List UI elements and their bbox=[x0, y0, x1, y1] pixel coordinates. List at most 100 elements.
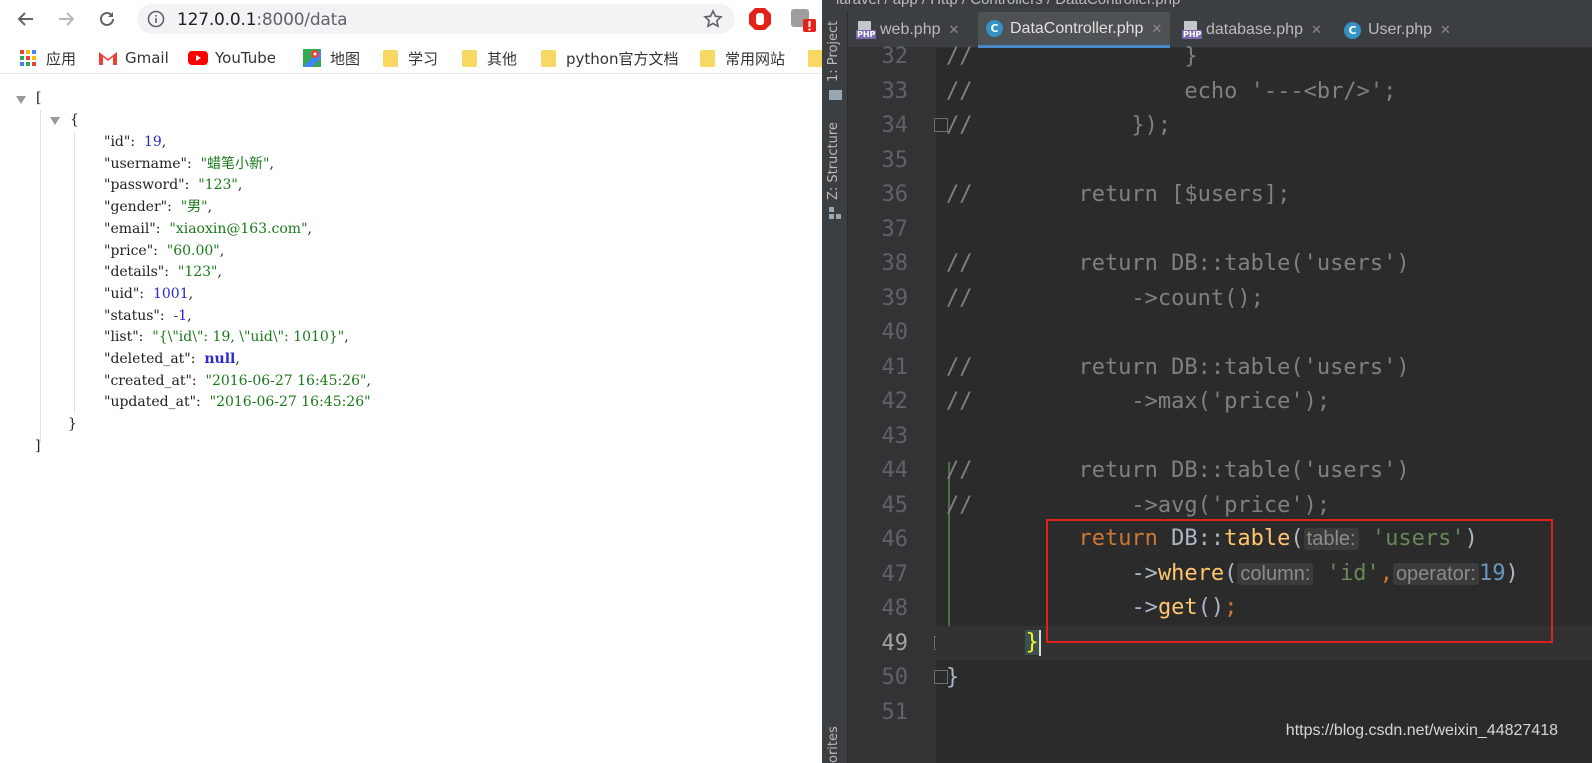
code-line: // } bbox=[946, 44, 1198, 69]
class-icon: C bbox=[1344, 21, 1361, 39]
tab-label: database.php bbox=[1206, 21, 1303, 38]
reload-icon bbox=[100, 11, 114, 26]
structure-icon bbox=[829, 206, 841, 219]
line-number: 37 bbox=[881, 216, 909, 242]
json-close-brace: } bbox=[68, 416, 77, 432]
reload-button[interactable] bbox=[93, 5, 121, 33]
close-icon[interactable]: ✕ bbox=[949, 22, 960, 38]
close-icon[interactable]: ✕ bbox=[1311, 22, 1322, 38]
json-value: "2016-06-27 16:45:26" bbox=[205, 372, 367, 389]
folder-icon bbox=[541, 49, 556, 67]
line-number: 33 bbox=[881, 78, 909, 104]
json-comma: , bbox=[188, 285, 194, 302]
json-field: "password": "123", bbox=[104, 175, 242, 195]
line-number: 44 bbox=[881, 458, 909, 483]
bookmark-apps[interactable]: 应用 bbox=[19, 47, 76, 69]
code-line: // ->count(); bbox=[946, 285, 1264, 311]
extension-icon[interactable] bbox=[790, 7, 816, 33]
browser-window: 127.0.0.1:8000/data 应用 Gmail YouTube 地图 … bbox=[0, 0, 822, 763]
structure-tool-tab[interactable]: Z: Structure bbox=[826, 122, 841, 200]
json-comma: , bbox=[219, 242, 225, 259]
gmail-icon bbox=[98, 49, 117, 67]
json-value: "男" bbox=[180, 199, 208, 216]
adblock-extension-icon[interactable] bbox=[748, 7, 772, 31]
apps-grid-icon bbox=[19, 49, 37, 67]
line-number: 42 bbox=[881, 389, 909, 414]
folder-icon bbox=[462, 49, 477, 67]
json-comma: , bbox=[217, 264, 222, 281]
bookmark-star-icon[interactable] bbox=[703, 9, 723, 34]
json-field: "details": "123", bbox=[104, 262, 222, 282]
bookmark-folder-python-docs[interactable]: python官方文档 bbox=[541, 47, 678, 69]
url-path: :8000/data bbox=[256, 10, 348, 30]
code-line: // return DB::table('users') bbox=[946, 354, 1410, 380]
json-value: "蜡笔小新" bbox=[200, 155, 270, 172]
bookmark-label: 学习 bbox=[408, 49, 439, 68]
bookmark-label: 应用 bbox=[46, 49, 77, 68]
collapse-triangle-icon[interactable] bbox=[16, 96, 26, 104]
json-field: "uid": 1001, bbox=[104, 284, 193, 304]
tab-user-php[interactable]: C User.php ✕ bbox=[1344, 12, 1451, 48]
json-open-brace: { bbox=[70, 112, 79, 128]
bookmark-folder-study[interactable]: 学习 bbox=[383, 47, 438, 69]
bookmark-gmail[interactable]: Gmail bbox=[98, 47, 169, 69]
bookmark-folder-other[interactable]: 其他 bbox=[462, 47, 517, 69]
json-comma: , bbox=[366, 372, 371, 389]
project-tool-tab[interactable]: 1: Project bbox=[826, 21, 841, 82]
json-comma: , bbox=[269, 155, 274, 172]
info-icon[interactable] bbox=[147, 10, 165, 33]
folder-icon bbox=[808, 49, 822, 67]
bookmark-label: YouTube bbox=[215, 49, 276, 67]
json-key: "status": bbox=[104, 307, 165, 324]
bookmark-folder-common-sites[interactable]: 常用网站 bbox=[700, 47, 785, 69]
tab-database-php[interactable]: PHP database.php ✕ bbox=[1182, 12, 1322, 48]
indent-guide bbox=[40, 110, 41, 442]
text-caret bbox=[1038, 630, 1041, 656]
back-button[interactable] bbox=[12, 5, 40, 33]
collapse-triangle-icon[interactable] bbox=[50, 117, 60, 125]
json-value: 1001 bbox=[152, 285, 189, 302]
json-field: "created_at": "2016-06-27 16:45:26", bbox=[104, 371, 371, 391]
json-field: "username": "蜡笔小新", bbox=[104, 154, 274, 174]
project-folder-icon bbox=[829, 90, 842, 100]
bookmark-maps[interactable]: 地图 bbox=[303, 47, 360, 69]
line-number: 36 bbox=[881, 182, 909, 207]
close-icon[interactable]: ✕ bbox=[1440, 22, 1451, 38]
code-line: // }); bbox=[946, 113, 1172, 138]
favorites-tool-tab[interactable]: orites bbox=[826, 726, 841, 763]
url-text: 127.0.0.1:8000/data bbox=[177, 10, 348, 30]
back-arrow-icon bbox=[17, 12, 33, 26]
json-comma: , bbox=[307, 220, 312, 237]
json-value: "123" bbox=[198, 177, 238, 194]
json-value: -1 bbox=[173, 307, 188, 324]
bookmark-youtube[interactable]: YouTube bbox=[188, 47, 276, 69]
line-number: 35 bbox=[881, 147, 909, 173]
json-field: "updated_at": "2016-06-27 16:45:26" bbox=[104, 392, 371, 412]
address-bar[interactable]: 127.0.0.1:8000/data bbox=[137, 4, 735, 34]
php-file-icon: PHP bbox=[856, 21, 877, 39]
highlight-box bbox=[1046, 519, 1553, 643]
line-number: 51 bbox=[881, 699, 909, 725]
json-field: "id": 19, bbox=[104, 132, 166, 152]
json-key: "username": bbox=[104, 155, 192, 172]
maps-icon bbox=[303, 49, 321, 67]
json-field: "gender": "男", bbox=[104, 197, 212, 217]
php-file-icon: PHP bbox=[1182, 21, 1203, 39]
json-field: "email": "xiaoxin@163.com", bbox=[104, 219, 312, 239]
url-host: 127.0.0.1 bbox=[177, 10, 257, 30]
code-line: // ->max('price'); bbox=[946, 389, 1331, 414]
forward-button[interactable] bbox=[52, 5, 80, 33]
json-key: "created_at": bbox=[104, 372, 197, 389]
json-close-bracket: ] bbox=[35, 438, 41, 454]
json-value: 19 bbox=[143, 134, 162, 150]
close-icon[interactable]: ✕ bbox=[1151, 21, 1162, 37]
bookmark-folder-overflow[interactable] bbox=[808, 47, 822, 69]
matched-brace: } bbox=[1025, 630, 1039, 655]
json-comma: , bbox=[187, 307, 192, 324]
json-key: "list": bbox=[104, 329, 144, 346]
line-number: 49 bbox=[881, 630, 909, 656]
json-comma: , bbox=[161, 134, 167, 150]
line-number: 46 bbox=[881, 527, 909, 552]
breadcrumb: laravel / app / Http / Controllers / Dat… bbox=[836, 0, 1180, 8]
code-editor[interactable]: // } // echo '---<br/>'; // }); // return [… bbox=[936, 44, 1592, 763]
